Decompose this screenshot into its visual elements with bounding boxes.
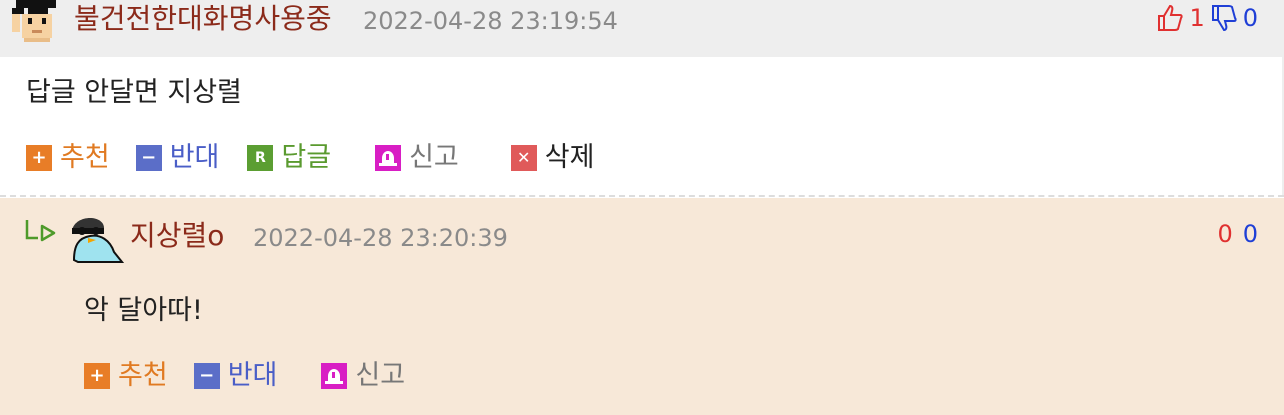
report-label: 신고	[355, 360, 406, 391]
recommend-button[interactable]: + 추천	[84, 358, 168, 394]
reply-label: 답글	[281, 142, 332, 173]
plus-icon: +	[84, 363, 110, 389]
delete-label: 삭제	[544, 142, 595, 173]
reply-actions: + 추천 − 반대 신고	[84, 358, 405, 394]
reply-datetime: 2022-04-28 23:20:39	[253, 224, 508, 252]
thumbs-up-icon	[1158, 4, 1184, 31]
siren-icon	[321, 363, 348, 389]
down-count: 0	[1242, 4, 1258, 32]
recommend-label: 추천	[118, 360, 168, 391]
oppose-button[interactable]: − 반대	[135, 140, 220, 176]
reply-button[interactable]: R 답글	[247, 140, 331, 176]
comment-datetime: 2022-04-28 23:19:54	[363, 7, 618, 35]
reply-vote-summary: 0 0	[1217, 218, 1258, 250]
user-avatar-icon[interactable]	[12, 0, 60, 42]
comment-text: 답글 안달면 지상렬	[26, 77, 242, 108]
reply-text: 악 달아따!	[84, 295, 203, 326]
minus-icon: −	[135, 145, 162, 171]
down-count: 0	[1242, 220, 1258, 248]
reply-r-icon: R	[247, 145, 274, 171]
comment-nickname[interactable]: 불건전한대화명사용중	[74, 1, 332, 37]
report-button[interactable]: 신고	[321, 358, 405, 394]
oppose-label: 반대	[227, 360, 278, 391]
thumbs-down-icon	[1211, 5, 1237, 32]
oppose-label: 반대	[169, 142, 220, 173]
siren-icon	[375, 145, 402, 171]
up-count: 1	[1189, 4, 1205, 32]
report-button[interactable]: 신고	[375, 140, 459, 176]
minus-icon: −	[193, 363, 220, 389]
oppose-button[interactable]: − 반대	[193, 358, 278, 394]
up-count: 0	[1217, 220, 1233, 248]
x-icon: ✕	[510, 145, 537, 171]
delete-button[interactable]: ✕ 삭제	[510, 140, 595, 176]
recommend-label: 추천	[60, 142, 110, 173]
recommend-button[interactable]: + 추천	[26, 140, 110, 176]
comment-actions: + 추천 − 반대 R 답글 신고 ✕ 삭제	[26, 140, 594, 176]
comment-vote-summary: 1 0	[1157, 2, 1258, 34]
reply-arrow-icon	[25, 220, 56, 242]
reply-nickname[interactable]: 지상렬o	[130, 218, 224, 254]
user-avatar-icon[interactable]	[68, 216, 124, 264]
comment-divider	[0, 195, 1284, 197]
plus-icon: +	[26, 145, 52, 171]
report-label: 신고	[409, 142, 459, 173]
